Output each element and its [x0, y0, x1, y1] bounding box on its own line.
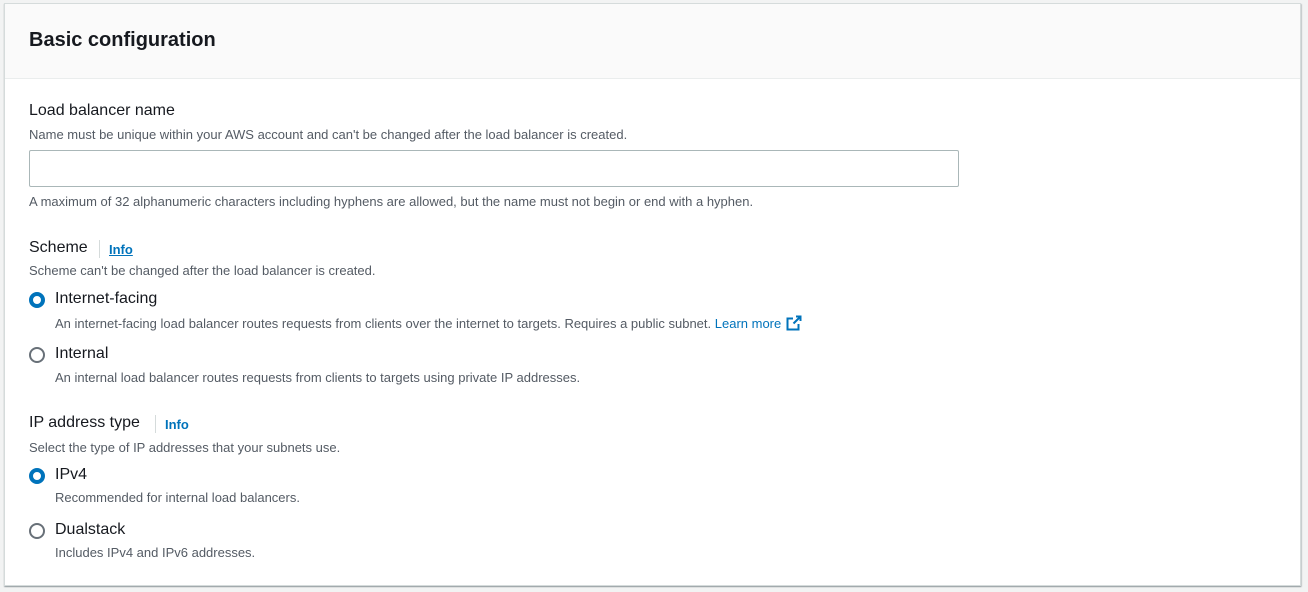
scheme-info-link[interactable]: Info — [109, 242, 133, 258]
panel-header: Basic configuration — [5, 4, 1300, 79]
radio-internal[interactable] — [29, 347, 45, 363]
basic-configuration-panel: Basic configuration Load balancer name N… — [4, 3, 1301, 586]
internet-facing-description-text: An internet-facing load balancer routes … — [55, 316, 712, 331]
internal-description: An internal load balancer routes request… — [55, 370, 581, 385]
lb-name-constraint: A maximum of 32 alphanumeric characters … — [29, 194, 754, 209]
radio-ipv4-label[interactable]: IPv4 — [55, 465, 87, 485]
dualstack-description: Includes IPv4 and IPv6 addresses. — [55, 545, 256, 560]
scheme-description: Scheme can't be changed after the load b… — [29, 263, 376, 278]
lb-name-label: Load balancer name — [29, 102, 175, 119]
radio-internet-facing[interactable] — [29, 292, 45, 308]
panel-title: Basic configuration — [29, 29, 216, 51]
ip-type-label: IP address type — [29, 414, 140, 431]
lb-name-input[interactable] — [29, 150, 959, 187]
learn-more-link[interactable]: Learn more — [714, 315, 802, 331]
internet-facing-description: An internet-facing load balancer routes … — [55, 315, 802, 332]
scheme-info-divider — [99, 240, 100, 258]
radio-dualstack[interactable] — [29, 523, 45, 539]
scheme-label: Scheme — [29, 239, 88, 256]
radio-internal-label[interactable]: Internal — [55, 344, 108, 364]
radio-ipv4[interactable] — [29, 468, 45, 484]
external-link-icon — [786, 315, 802, 331]
ip-type-info-link[interactable]: Info — [165, 417, 189, 433]
radio-dualstack-label[interactable]: Dualstack — [55, 520, 125, 540]
ip-type-info-divider — [155, 415, 156, 433]
ip-type-description: Select the type of IP addresses that you… — [29, 440, 341, 455]
lb-name-description: Name must be unique within your AWS acco… — [29, 127, 628, 142]
radio-internet-facing-label[interactable]: Internet-facing — [55, 289, 157, 309]
ipv4-description: Recommended for internal load balancers. — [55, 490, 300, 505]
learn-more-label: Learn more — [714, 316, 782, 331]
